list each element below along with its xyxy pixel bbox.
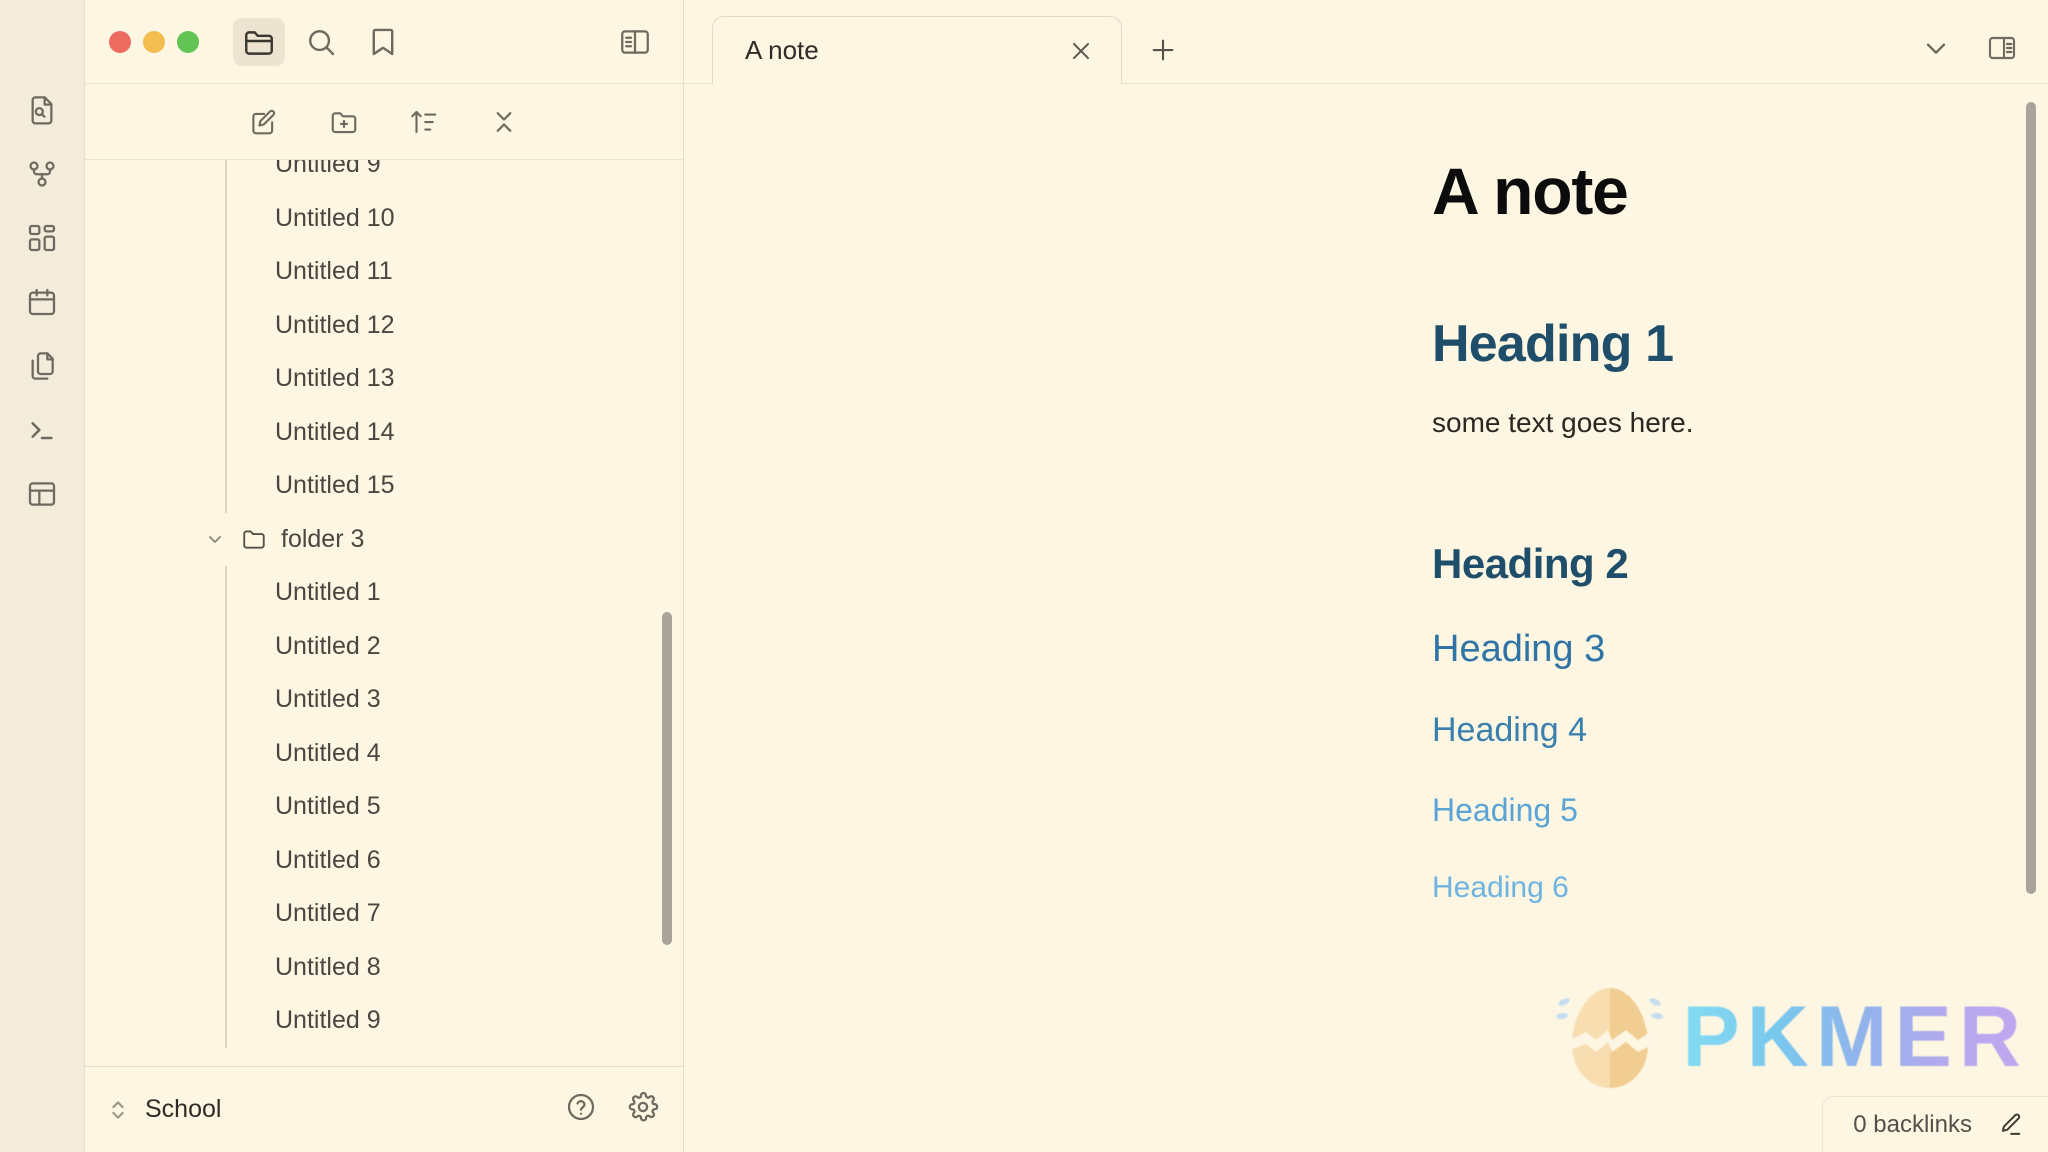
tab-a-note[interactable]: A note bbox=[712, 16, 1122, 84]
vault-switch-icon[interactable] bbox=[107, 1096, 129, 1124]
tree-file-label: Untitled 13 bbox=[275, 364, 395, 393]
layout-icon[interactable] bbox=[16, 468, 68, 520]
new-note-icon[interactable] bbox=[243, 101, 285, 143]
terminal-icon[interactable] bbox=[16, 404, 68, 456]
left-icon-rail bbox=[0, 0, 85, 1152]
vault-bar-icons bbox=[565, 1091, 659, 1128]
traffic-light-close[interactable] bbox=[109, 30, 131, 53]
tree-folder-row[interactable]: folder 3 bbox=[85, 513, 683, 567]
file-search-icon[interactable] bbox=[16, 84, 68, 136]
folder-icon[interactable] bbox=[233, 17, 285, 66]
tree-file-label: Untitled 4 bbox=[275, 738, 381, 767]
tree-file-label: Untitled 12 bbox=[275, 310, 395, 339]
tree-file-label: Untitled 9 bbox=[275, 1006, 381, 1035]
sidebar-right-icon[interactable] bbox=[1986, 32, 2018, 69]
traffic-light-zoom[interactable] bbox=[177, 30, 199, 53]
tab-label: A note bbox=[745, 35, 819, 65]
new-folder-icon[interactable] bbox=[323, 101, 365, 143]
tree-file-label: Untitled 10 bbox=[275, 203, 395, 232]
close-icon[interactable] bbox=[1059, 29, 1103, 73]
note-heading-h2: Heading 2 bbox=[1432, 539, 1629, 587]
backlinks-bar[interactable]: 0 backlinks bbox=[1822, 1096, 2048, 1152]
tree-file-row[interactable]: Untitled 12 bbox=[85, 299, 683, 353]
tree-file-row[interactable]: Untitled 13 bbox=[85, 352, 683, 406]
tree-file-label: Untitled 11 bbox=[275, 257, 393, 286]
tree-file-row[interactable]: Untitled 5 bbox=[85, 780, 683, 834]
page-title: A note bbox=[1432, 154, 1629, 228]
search-icon[interactable] bbox=[295, 18, 347, 66]
collapse-all-icon[interactable] bbox=[483, 101, 525, 143]
chevron-down-icon[interactable] bbox=[1920, 32, 1952, 69]
tree-file-row[interactable]: Untitled 14 bbox=[85, 406, 683, 460]
note-heading-h3: Heading 3 bbox=[1432, 627, 1606, 670]
main-area: A note A note Heading 1 some text goes h… bbox=[684, 0, 2048, 1152]
tree-file-label: Untitled 3 bbox=[275, 685, 381, 714]
tab-bar-right-icons bbox=[1920, 32, 2048, 69]
bookmark-icon[interactable] bbox=[357, 18, 409, 66]
tree-file-row[interactable]: Untitled 10 bbox=[85, 192, 683, 246]
note-paragraph: some text goes here. bbox=[1432, 407, 1694, 439]
vault-name[interactable]: School bbox=[145, 1095, 221, 1124]
plus-icon[interactable] bbox=[1136, 23, 1190, 77]
tab-bar: A note bbox=[684, 0, 2048, 84]
window-toolbar-icons bbox=[233, 17, 409, 66]
note-heading-h1: Heading 1 bbox=[1432, 315, 1674, 373]
tree-indent-guide bbox=[225, 160, 227, 513]
sort-icon[interactable] bbox=[403, 101, 445, 143]
tree-file-row[interactable]: Untitled 3 bbox=[85, 673, 683, 727]
calendar-icon[interactable] bbox=[16, 276, 68, 328]
traffic-light-minimize[interactable] bbox=[143, 30, 165, 53]
dashboard-grid-icon[interactable] bbox=[16, 212, 68, 264]
tree-file-row[interactable]: Untitled 2 bbox=[85, 620, 683, 674]
tree-folder-label: folder 3 bbox=[281, 524, 365, 553]
editor-viewport[interactable]: A note Heading 1 some text goes here. Head… bbox=[684, 84, 2048, 1152]
tree-file-row[interactable]: Untitled 9 bbox=[85, 994, 683, 1048]
tree-file-label: Untitled 6 bbox=[275, 845, 381, 874]
note-heading-h5: Heading 5 bbox=[1432, 791, 1578, 828]
note-editor[interactable]: A note Heading 1 some text goes here. Head… bbox=[684, 84, 2048, 905]
tree-file-row[interactable]: Untitled 6 bbox=[85, 834, 683, 888]
app-window: Untitled 9 Untitled 10 Untitled 11 Untitled… bbox=[0, 0, 2048, 1152]
graph-icon[interactable] bbox=[16, 148, 68, 200]
sidebar-scrollbar-thumb[interactable] bbox=[662, 612, 672, 945]
sidebar-left-icon[interactable] bbox=[611, 18, 659, 66]
tree-file-label: Untitled 15 bbox=[275, 471, 395, 500]
tree-file-row[interactable]: Untitled 11 bbox=[85, 245, 683, 299]
chevron-down-icon[interactable] bbox=[203, 527, 227, 551]
tree-file-row[interactable]: Untitled 15 bbox=[85, 459, 683, 513]
tree-indent-guide bbox=[225, 566, 227, 1048]
tree-file-label: Untitled 1 bbox=[275, 578, 381, 607]
tree-file-label: Untitled 5 bbox=[275, 792, 381, 821]
editor-scrollbar-thumb[interactable] bbox=[2026, 102, 2036, 894]
folder-icon bbox=[241, 526, 267, 552]
help-icon[interactable] bbox=[565, 1091, 597, 1128]
tree-file-label: Untitled 8 bbox=[275, 952, 381, 981]
vault-status-bar: School bbox=[85, 1066, 683, 1152]
backlinks-count: 0 backlinks bbox=[1853, 1110, 1972, 1138]
gear-icon[interactable] bbox=[627, 1091, 659, 1128]
tree-file-row[interactable]: Untitled 4 bbox=[85, 727, 683, 781]
tree-file-row[interactable]: Untitled 7 bbox=[85, 887, 683, 941]
note-heading-h4: Heading 4 bbox=[1432, 710, 1588, 749]
copy-files-icon[interactable] bbox=[16, 340, 68, 392]
edit-pencil-icon[interactable] bbox=[1996, 1111, 2024, 1139]
file-tree[interactable]: Untitled 9 Untitled 10 Untitled 11 Untitled… bbox=[85, 160, 683, 1066]
tree-file-row[interactable]: Untitled 9 bbox=[85, 160, 683, 192]
sidebar-panel: Untitled 9 Untitled 10 Untitled 11 Untitled… bbox=[85, 0, 684, 1152]
tree-file-label: Untitled 9 bbox=[275, 160, 381, 179]
tree-file-row[interactable]: Untitled 8 bbox=[85, 941, 683, 995]
explorer-toolbar bbox=[85, 84, 683, 160]
tree-file-label: Untitled 14 bbox=[275, 417, 395, 446]
note-heading-h6: Heading 6 bbox=[1432, 870, 1569, 904]
note-document[interactable]: A note Heading 1 some text goes here. Head… bbox=[1432, 158, 2048, 905]
tree-file-label: Untitled 7 bbox=[275, 899, 381, 928]
window-controls-bar bbox=[85, 0, 683, 84]
tree-file-label: Untitled 2 bbox=[275, 631, 381, 660]
tree-file-row[interactable]: Untitled 1 bbox=[85, 566, 683, 620]
